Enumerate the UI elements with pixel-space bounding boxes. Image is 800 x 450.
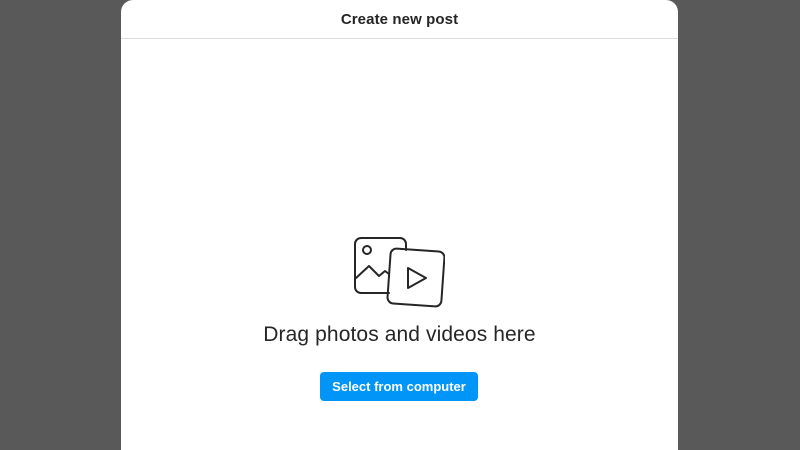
create-post-modal: Create new post Drag photos and videos h…: [121, 0, 678, 450]
select-from-computer-button[interactable]: Select from computer: [320, 372, 478, 401]
drag-instruction: Drag photos and videos here: [263, 323, 536, 346]
upload-dropzone[interactable]: Drag photos and videos here Select from …: [121, 40, 678, 450]
modal-title: Create new post: [340, 10, 459, 28]
modal-header: Create new post: [121, 0, 678, 39]
photo-video-icon: [354, 237, 445, 308]
